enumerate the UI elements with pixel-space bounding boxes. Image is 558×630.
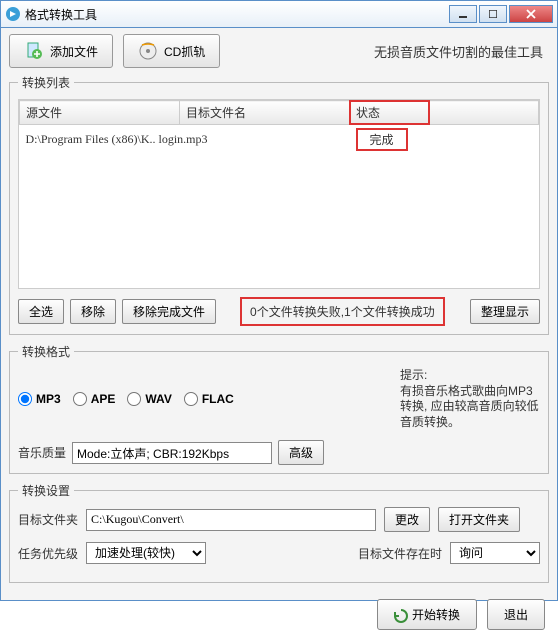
open-folder-button[interactable]: 打开文件夹 (438, 507, 520, 532)
col-target[interactable]: 目标文件名 (180, 101, 350, 125)
radio-mp3[interactable]: MP3 (18, 392, 61, 406)
radio-flac-input[interactable] (184, 392, 198, 406)
radio-mp3-input[interactable] (18, 392, 32, 406)
settings-group: 转换设置 目标文件夹 更改 打开文件夹 任务优先级 加速处理(较快) 目标文件存… (9, 482, 549, 583)
status-message: 0个文件转换失败,1个文件转换成功 (240, 297, 445, 326)
radio-flac[interactable]: FLAC (184, 392, 234, 406)
exists-select[interactable]: 询问 (450, 542, 540, 564)
format-hint: 提示: 有损音乐格式歌曲向MP3转换, 应由较高音质向较低音质转换。 (400, 368, 540, 430)
main-toolbar: 添加文件 CD抓轨 无损音质文件切割的最佳工具 (9, 34, 549, 68)
col-status[interactable]: 状态 (350, 101, 430, 125)
conversion-list-group: 转换列表 源文件 目标文件名 状态 D:\Program Files (x86)… (9, 74, 549, 335)
select-all-button[interactable]: 全选 (18, 299, 64, 324)
priority-select[interactable]: 加速处理(较快) (86, 542, 206, 564)
format-legend: 转换格式 (18, 343, 74, 360)
window-title: 格式转换工具 (25, 6, 449, 23)
table-row[interactable]: D:\Program Files (x86)\K.. login.mp3 完成 (20, 125, 539, 155)
content-area: 添加文件 CD抓轨 无损音质文件切割的最佳工具 转换列表 源文件 目标文件名 状… (0, 28, 558, 601)
format-radio-group: MP3 APE WAV FLAC (18, 392, 234, 406)
remove-done-button[interactable]: 移除完成文件 (122, 299, 216, 324)
footer-buttons: 开始转换 退出 (9, 591, 549, 630)
app-icon (5, 6, 21, 22)
hint-title: 提示: (400, 368, 540, 384)
cd-rip-button[interactable]: CD抓轨 (123, 34, 220, 68)
minimize-button[interactable] (449, 5, 477, 23)
remove-button[interactable]: 移除 (70, 299, 116, 324)
priority-label: 任务优先级 (18, 545, 78, 562)
cd-icon (138, 41, 158, 61)
window-buttons (449, 5, 553, 23)
hint-body: 有损音乐格式歌曲向MP3转换, 应由较高音质向较低音质转换。 (400, 384, 540, 431)
titlebar: 格式转换工具 (0, 0, 558, 28)
status-badge: 完成 (356, 128, 408, 151)
start-icon (394, 609, 406, 621)
exists-label: 目标文件存在时 (358, 545, 442, 562)
radio-wav-input[interactable] (127, 392, 141, 406)
list-buttons: 全选 移除 移除完成文件 0个文件转换失败,1个文件转换成功 整理显示 (18, 297, 540, 326)
tidy-button[interactable]: 整理显示 (470, 299, 540, 324)
cd-rip-label: CD抓轨 (164, 43, 205, 60)
maximize-button[interactable] (479, 5, 507, 23)
add-file-button[interactable]: 添加文件 (9, 34, 113, 68)
folder-label: 目标文件夹 (18, 511, 78, 528)
add-file-icon (24, 41, 44, 61)
start-label: 开始转换 (412, 606, 460, 623)
quality-select[interactable]: Mode:立体声; CBR:192Kbps (72, 442, 272, 464)
file-table: 源文件 目标文件名 状态 D:\Program Files (x86)\K.. … (19, 100, 539, 154)
cell-status: 完成 (350, 125, 430, 155)
exit-label: 退出 (504, 606, 528, 623)
settings-legend: 转换设置 (18, 482, 74, 499)
add-file-label: 添加文件 (50, 43, 98, 60)
col-spacer (430, 101, 539, 125)
quality-label: 音乐质量 (18, 444, 66, 461)
cell-source: D:\Program Files (x86)\K.. login.mp3 (20, 125, 350, 155)
format-group: 转换格式 MP3 APE WAV FLAC 提示: 有损音乐格式歌曲向MP3转换… (9, 343, 549, 474)
advanced-button[interactable]: 高级 (278, 440, 324, 465)
start-button[interactable]: 开始转换 (377, 599, 477, 630)
radio-ape[interactable]: APE (73, 392, 116, 406)
col-source[interactable]: 源文件 (20, 101, 180, 125)
radio-wav[interactable]: WAV (127, 392, 171, 406)
change-folder-button[interactable]: 更改 (384, 507, 430, 532)
file-list[interactable]: 源文件 目标文件名 状态 D:\Program Files (x86)\K.. … (18, 99, 540, 289)
conversion-list-legend: 转换列表 (18, 74, 74, 91)
close-button[interactable] (509, 5, 553, 23)
folder-input[interactable] (86, 509, 376, 531)
slogan-text: 无损音质文件切割的最佳工具 (374, 42, 549, 61)
exit-button[interactable]: 退出 (487, 599, 545, 630)
radio-ape-input[interactable] (73, 392, 87, 406)
